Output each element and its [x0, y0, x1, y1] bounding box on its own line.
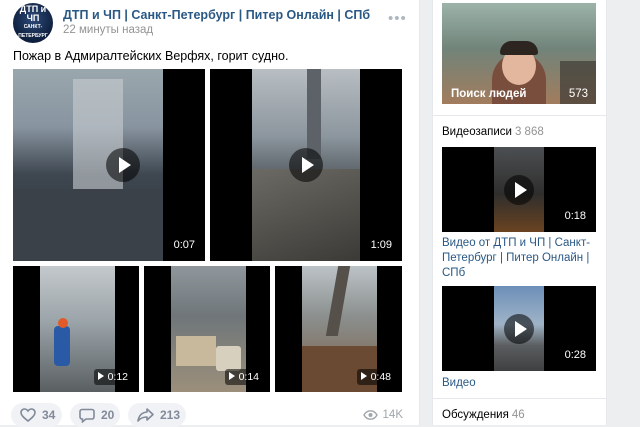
post-card: ДТП и ЧП САНКТ-ПЕТЕРБУРГ ДТП и ЧП | Санк…: [0, 0, 420, 427]
divider: [433, 115, 606, 116]
avatar-text: ДТП и ЧП: [19, 4, 47, 23]
people-search-card[interactable]: Поиск людей 573: [442, 3, 596, 104]
video-duration: 0:18: [564, 210, 586, 222]
more-options-icon[interactable]: •••: [388, 10, 407, 27]
video-letterbox: [360, 69, 402, 261]
sidebar-video-thumbnail[interactable]: 0:28: [442, 286, 596, 371]
play-icon[interactable]: [504, 175, 534, 205]
video-thumbnail[interactable]: 0:07: [13, 69, 205, 261]
share-button[interactable]: 213: [128, 403, 186, 427]
comment-button[interactable]: 20: [70, 403, 120, 427]
play-small-icon: [228, 372, 235, 380]
share-icon: [137, 408, 154, 422]
video-duration-text: 0:14: [238, 371, 259, 383]
video-duration: 0:48: [356, 369, 396, 385]
comment-count: 20: [101, 408, 115, 422]
post-author-link[interactable]: ДТП и ЧП | Санкт-Петербург | Питер Онлай…: [63, 8, 370, 22]
video-duration-text: 0:12: [107, 371, 128, 383]
discussions-count: 46: [511, 409, 525, 421]
discussions-section-title[interactable]: Обсуждения 46: [442, 409, 525, 421]
sidebar-video-title-link[interactable]: Видео: [442, 376, 592, 391]
play-icon[interactable]: [504, 314, 534, 344]
play-small-icon: [360, 372, 367, 380]
sidebar-video-thumbnail[interactable]: 0:18: [442, 147, 596, 232]
play-small-icon: [97, 372, 104, 380]
videos-section-title[interactable]: Видеозаписи 3 868: [442, 126, 544, 138]
post-time[interactable]: 22 минуты назад: [63, 24, 153, 36]
video-duration: 1:09: [370, 239, 392, 251]
views-counter: 14K: [362, 409, 403, 421]
share-count: 213: [160, 408, 181, 422]
views-count: 14K: [382, 409, 403, 421]
like-button[interactable]: 34: [11, 403, 62, 427]
heart-icon: [20, 408, 36, 422]
avatar-subtext: САНКТ-ПЕТЕРБУРГ: [18, 24, 48, 39]
video-thumbnail[interactable]: 1:09: [210, 69, 402, 261]
sidebar-video-title-link[interactable]: Видео от ДТП и ЧП | Санкт-Петербург | Пи…: [442, 236, 592, 281]
divider: [433, 398, 606, 399]
play-icon[interactable]: [289, 148, 323, 182]
video-duration: 0:07: [173, 239, 195, 251]
video-duration-text: 0:48: [370, 371, 391, 383]
eye-icon: [362, 410, 378, 420]
video-letterbox: [163, 69, 205, 261]
video-duration: 0:28: [564, 349, 586, 361]
video-thumbnail[interactable]: 0:48: [275, 266, 402, 392]
videos-title-text: Видеозаписи: [442, 126, 512, 138]
video-duration: 0:14: [224, 369, 264, 385]
community-avatar[interactable]: ДТП и ЧП САНКТ-ПЕТЕРБУРГ: [13, 3, 53, 43]
sidebar: Поиск людей 573 Видеозаписи 3 868 0:18 Ви…: [432, 0, 607, 425]
post-text: Пожар в Адмиралтейских Верфях, горит суд…: [13, 49, 289, 63]
comment-icon: [79, 408, 95, 423]
people-count: 573: [568, 88, 588, 100]
video-thumbnail[interactable]: 0:14: [144, 266, 270, 392]
like-count: 34: [42, 408, 56, 422]
discussions-title-text: Обсуждения: [442, 409, 509, 421]
play-icon[interactable]: [106, 148, 140, 182]
people-search-label: Поиск людей: [451, 88, 527, 100]
video-duration: 0:12: [93, 369, 133, 385]
video-frame: [13, 69, 163, 261]
video-thumbnail[interactable]: 0:12: [13, 266, 139, 392]
videos-count: 3 868: [514, 126, 544, 138]
